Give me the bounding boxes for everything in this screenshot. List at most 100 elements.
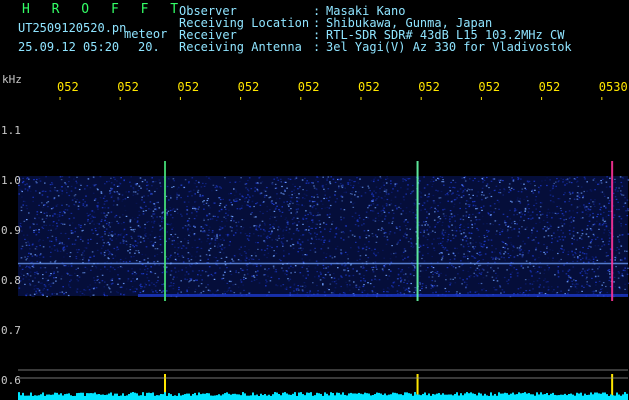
noise-speck	[137, 242, 139, 244]
noise-speck	[458, 266, 461, 268]
noise-speck	[396, 290, 399, 292]
noise-speck	[263, 254, 266, 256]
noise-speck	[582, 269, 584, 271]
noise-speck	[317, 181, 319, 183]
noise-speck	[207, 199, 210, 201]
noise-speck	[284, 288, 287, 290]
noise-speck	[617, 190, 619, 192]
noise-speck	[263, 233, 265, 235]
noise-speck	[605, 181, 608, 183]
noise-speck	[351, 193, 353, 195]
baseline-noise	[40, 394, 42, 400]
noise-speck	[442, 237, 444, 239]
baseline-noise	[216, 395, 218, 400]
noise-speck	[20, 248, 23, 250]
noise-speck	[224, 206, 226, 208]
noise-speck	[555, 185, 557, 187]
noise-speck	[227, 287, 230, 290]
noise-speck	[539, 251, 542, 253]
noise-speck	[148, 208, 150, 210]
noise-speck	[32, 196, 34, 198]
noise-speck	[25, 294, 27, 296]
noise-speck	[556, 206, 558, 208]
noise-speck	[282, 284, 285, 286]
noise-speck	[433, 219, 436, 221]
noise-speck	[240, 226, 242, 228]
noise-speck	[359, 237, 361, 239]
noise-speck	[603, 195, 606, 197]
noise-speck	[172, 285, 175, 287]
noise-speck	[245, 264, 248, 266]
noise-speck	[192, 207, 194, 210]
baseline-noise	[338, 392, 340, 400]
noise-speck	[51, 293, 54, 295]
noise-speck	[30, 253, 32, 255]
baseline-noise	[560, 394, 562, 400]
x-tick-label: 052	[117, 80, 139, 94]
noise-speck	[402, 196, 405, 198]
noise-speck	[76, 275, 79, 277]
noise-speck	[276, 216, 278, 218]
noise-speck	[50, 273, 52, 275]
noise-speck	[403, 199, 405, 201]
noise-speck	[25, 259, 27, 261]
baseline-noise	[396, 393, 398, 400]
noise-speck	[301, 179, 304, 181]
noise-speck	[328, 239, 331, 241]
noise-speck	[141, 181, 144, 183]
noise-speck	[112, 204, 115, 206]
noise-speck	[288, 280, 290, 282]
noise-speck	[49, 246, 51, 248]
noise-speck	[316, 233, 318, 235]
noise-speck	[177, 253, 179, 255]
baseline-noise	[372, 394, 374, 400]
noise-speck	[519, 287, 522, 289]
noise-speck	[187, 273, 190, 275]
noise-speck	[149, 191, 151, 193]
noise-speck	[496, 230, 498, 232]
noise-speck	[91, 251, 94, 253]
noise-speck	[358, 217, 361, 219]
noise-speck	[560, 229, 563, 231]
noise-speck	[467, 250, 469, 252]
noise-speck	[452, 278, 454, 280]
noise-speck	[284, 189, 286, 191]
noise-speck	[104, 207, 106, 209]
noise-speck	[575, 287, 578, 289]
noise-speck	[439, 218, 442, 220]
noise-speck	[215, 189, 218, 191]
noise-speck	[61, 214, 64, 217]
noise-speck	[334, 201, 337, 203]
noise-speck	[608, 234, 610, 236]
noise-speck	[428, 213, 430, 215]
noise-speck	[38, 239, 41, 241]
baseline-noise	[114, 393, 116, 400]
noise-speck	[531, 232, 533, 234]
noise-speck	[438, 237, 441, 239]
noise-speck	[516, 223, 518, 225]
noise-speck	[463, 232, 465, 234]
noise-speck	[459, 207, 461, 210]
noise-speck	[296, 211, 298, 213]
noise-speck	[592, 201, 594, 203]
noise-speck	[92, 192, 95, 194]
noise-speck	[503, 188, 505, 190]
noise-speck	[575, 248, 577, 250]
noise-speck	[187, 228, 189, 230]
noise-speck	[391, 245, 393, 247]
noise-speck	[55, 239, 58, 241]
noise-speck	[495, 272, 497, 274]
noise-speck	[499, 253, 502, 255]
noise-speck	[448, 215, 451, 218]
noise-speck	[414, 254, 417, 256]
noise-speck	[32, 200, 34, 202]
noise-speck	[118, 198, 121, 200]
baseline-noise	[604, 392, 606, 400]
baseline-noise	[284, 392, 286, 400]
noise-speck	[293, 290, 295, 292]
noise-speck	[427, 233, 430, 235]
noise-speck	[596, 236, 599, 238]
noise-speck	[220, 187, 222, 189]
noise-speck	[118, 185, 120, 187]
baseline-noise	[572, 394, 574, 400]
